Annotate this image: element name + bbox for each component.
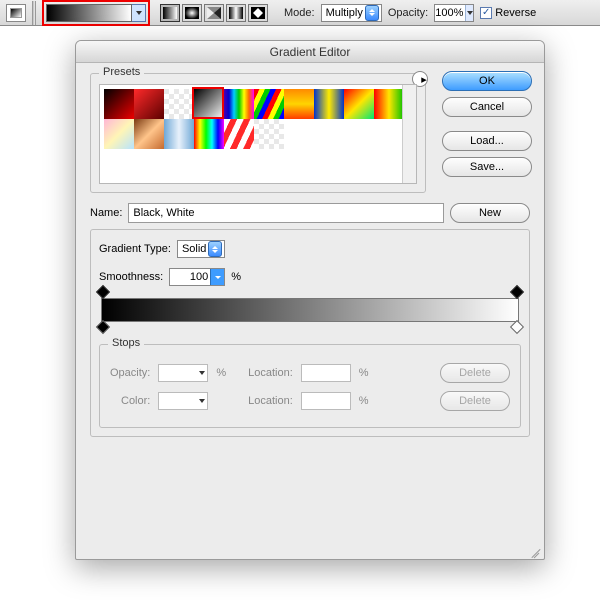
- mode-label: Mode:: [284, 7, 315, 19]
- options-bar: Mode: Multiply Opacity: 100% Reverse: [0, 0, 600, 26]
- cancel-button[interactable]: Cancel: [442, 97, 532, 117]
- highlighted-preset: [192, 87, 224, 119]
- preset-candy[interactable]: [224, 119, 254, 149]
- stop-color-input[interactable]: [158, 392, 208, 410]
- resize-handle[interactable]: [530, 545, 542, 557]
- chevron-down-icon: [199, 371, 205, 375]
- gradient-picker-dropdown-button[interactable]: [132, 4, 146, 22]
- stop-location-label-1: Location:: [248, 367, 293, 379]
- linear-gradient-button[interactable]: [160, 4, 180, 22]
- diamond-gradient-button[interactable]: [248, 4, 268, 22]
- reverse-label: Reverse: [495, 7, 536, 19]
- stop-color-label: Color:: [121, 395, 150, 407]
- gradient-editor-dialog: Gradient Editor Presets ▸ OK Cancel Load…: [75, 40, 545, 560]
- save-button[interactable]: Save...: [442, 157, 532, 177]
- pct-3: %: [359, 395, 369, 407]
- stop-location-input-1[interactable]: [301, 364, 351, 382]
- gradient-type-label: Gradient Type:: [99, 243, 171, 255]
- ok-button[interactable]: OK: [442, 71, 532, 91]
- chevron-down-icon[interactable]: [465, 5, 473, 21]
- delete-opacity-stop-button[interactable]: Delete: [440, 363, 510, 383]
- name-row: Name: Black, White New: [90, 203, 530, 223]
- pct-1: %: [216, 367, 226, 379]
- gradient-picker[interactable]: [46, 4, 132, 22]
- preset-transparent2[interactable]: [254, 119, 284, 149]
- radial-gradient-button[interactable]: [182, 4, 202, 22]
- preset-rainbow-stripes[interactable]: [254, 89, 284, 119]
- smoothness-suffix: %: [231, 271, 241, 283]
- dialog-title: Gradient Editor: [76, 41, 544, 63]
- opacity-value: 100%: [435, 7, 465, 19]
- gradient-type-buttons: [160, 4, 268, 22]
- smoothness-input[interactable]: 100: [169, 268, 225, 286]
- gradient-settings-fieldset: Gradient Type: Solid Smoothness: 100 %: [90, 229, 530, 437]
- checkbox-icon: [480, 7, 492, 19]
- preset-rainbow[interactable]: [194, 119, 224, 149]
- preset-foreground-background[interactable]: [104, 89, 134, 119]
- toolbar-separator: [32, 1, 36, 25]
- mode-value: Multiply: [326, 7, 363, 19]
- preset-red-yellow-diag[interactable]: [344, 89, 374, 119]
- tool-preset-swatch[interactable]: [6, 4, 26, 22]
- delete-color-stop-button[interactable]: Delete: [440, 391, 510, 411]
- pct-2: %: [359, 367, 369, 379]
- presets-fieldset: Presets ▸: [90, 73, 426, 193]
- mode-select[interactable]: Multiply: [321, 4, 382, 22]
- load-button[interactable]: Load...: [442, 131, 532, 151]
- preset-red-orange[interactable]: [134, 89, 164, 119]
- chevron-down-icon[interactable]: [210, 269, 224, 285]
- stepper-icon: [365, 5, 379, 21]
- preset-pastel[interactable]: [104, 119, 134, 149]
- gradient-type-value: Solid: [182, 243, 206, 255]
- preset-sunset[interactable]: [284, 89, 314, 119]
- color-stop-right[interactable]: [512, 322, 522, 334]
- scrollbar[interactable]: [402, 85, 416, 183]
- stop-opacity-label: Opacity:: [110, 367, 150, 379]
- smoothness-label: Smoothness:: [99, 271, 163, 283]
- stepper-icon: [208, 241, 222, 257]
- opacity-field[interactable]: 100%: [434, 4, 474, 22]
- gradient-type-select[interactable]: Solid: [177, 240, 225, 258]
- opacity-stop-left[interactable]: [98, 287, 108, 299]
- reverse-checkbox[interactable]: Reverse: [480, 7, 536, 19]
- smoothness-value: 100: [170, 271, 210, 283]
- gradient-bar[interactable]: [101, 298, 519, 322]
- chevron-down-icon: [136, 11, 142, 15]
- angle-gradient-button[interactable]: [204, 4, 224, 22]
- gradient-picker-highlighted: [42, 0, 150, 26]
- chevron-down-icon: [199, 399, 205, 403]
- preset-spectrum-soft[interactable]: [224, 89, 254, 119]
- stops-fieldset: Stops Opacity: % Location: % Delete Colo…: [99, 344, 521, 428]
- stop-location-input-2[interactable]: [301, 392, 351, 410]
- opacity-stop-right[interactable]: [512, 287, 522, 299]
- presets-legend: Presets: [99, 66, 144, 78]
- preset-copper[interactable]: [134, 119, 164, 149]
- reflected-gradient-button[interactable]: [226, 4, 246, 22]
- name-input[interactable]: Black, White: [128, 203, 444, 223]
- presets-list: [99, 84, 417, 184]
- color-stop-left[interactable]: [98, 322, 108, 334]
- stops-legend: Stops: [108, 337, 144, 349]
- preset-red-yellow-green[interactable]: [374, 89, 404, 119]
- preset-steel[interactable]: [164, 119, 194, 149]
- opacity-label: Opacity:: [388, 7, 428, 19]
- name-label: Name:: [90, 207, 122, 219]
- name-value: Black, White: [133, 207, 194, 219]
- stop-location-label-2: Location:: [248, 395, 293, 407]
- new-button[interactable]: New: [450, 203, 530, 223]
- preset-transparent[interactable]: [164, 89, 194, 119]
- stop-opacity-input[interactable]: [158, 364, 208, 382]
- preset-blue-yellow[interactable]: [314, 89, 344, 119]
